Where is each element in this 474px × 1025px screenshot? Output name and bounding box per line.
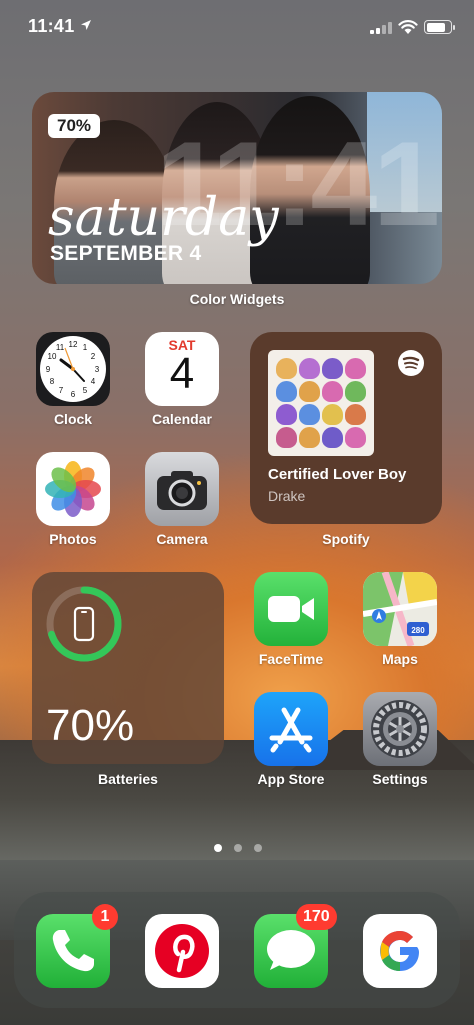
settings-label: Settings (372, 771, 428, 787)
app-store-icon (269, 707, 313, 753)
phone-badge: 1 (92, 904, 118, 930)
clock-label: Clock (53, 411, 93, 427)
color-widget-label: Color Widgets (189, 291, 285, 307)
calendar-app[interactable]: SAT 4 (145, 332, 219, 406)
status-time: 11:41 (28, 16, 75, 36)
clock-app[interactable]: 12 1 2 345 678 9 10 11 (36, 332, 110, 406)
spotify-logo-icon (398, 350, 424, 376)
location-arrow-icon (81, 20, 91, 30)
dock-google-app[interactable] (363, 914, 437, 988)
color-widget[interactable]: 11:41 70% saturday SEPTEMBER 4 (32, 92, 442, 284)
clock-icon: 12 1 2 345 678 9 10 11 (40, 336, 106, 402)
svg-text:2: 2 (91, 352, 96, 361)
spotify-widget[interactable]: Certified Lover Boy Drake (250, 332, 442, 524)
batteries-label: Batteries (98, 771, 158, 787)
maps-icon: 280 (363, 572, 437, 646)
svg-text:11: 11 (56, 343, 65, 352)
widget-battery-badge: 70% (48, 114, 101, 138)
iphone-icon (73, 606, 95, 642)
app-store-label: App Store (257, 771, 325, 787)
maps-label: Maps (382, 651, 418, 667)
svg-text:8: 8 (50, 377, 55, 386)
calendar-label: Calendar (152, 411, 212, 427)
maps-app[interactable]: 280 (363, 572, 437, 646)
svg-text:7: 7 (59, 386, 64, 395)
widget-date: SEPTEMBER 4 (50, 242, 202, 265)
page-dot-1[interactable] (214, 844, 222, 852)
messages-badge: 170 (296, 904, 337, 930)
wifi-icon (398, 20, 418, 34)
camera-label: Camera (156, 531, 208, 547)
camera-icon (157, 471, 207, 510)
camera-app[interactable] (145, 452, 219, 526)
page-dot-3[interactable] (254, 844, 262, 852)
svg-text:5: 5 (83, 386, 88, 395)
battery-level (426, 22, 445, 32)
album-art (268, 350, 374, 456)
status-bar: 11:41 (0, 0, 474, 60)
cellular-signal-icon (370, 22, 392, 34)
page-dot-2[interactable] (234, 844, 242, 852)
batteries-widget[interactable]: 70% (32, 572, 224, 764)
track-title: Certified Lover Boy (268, 466, 407, 483)
calendar-date: 4 (169, 349, 195, 398)
settings-icon (371, 700, 429, 758)
svg-text:10: 10 (48, 352, 57, 361)
svg-text:12: 12 (69, 340, 78, 349)
svg-text:3: 3 (95, 365, 100, 374)
photos-app[interactable] (36, 452, 110, 526)
svg-text:280: 280 (411, 626, 425, 635)
facetime-label: FaceTime (258, 651, 324, 667)
svg-text:9: 9 (46, 365, 51, 374)
battery-icon (424, 20, 455, 34)
battery-percent: 70% (46, 701, 135, 750)
facetime-icon (268, 596, 314, 622)
track-artist: Drake (268, 488, 306, 504)
widget-day: saturday (48, 188, 279, 248)
svg-text:4: 4 (91, 377, 96, 386)
battery-ring (46, 586, 122, 662)
settings-app[interactable] (363, 692, 437, 766)
dock-pinterest-app[interactable] (145, 914, 219, 988)
svg-text:6: 6 (71, 390, 76, 399)
pinterest-icon (155, 924, 209, 978)
svg-text:1: 1 (83, 343, 88, 352)
spotify-label: Spotify (322, 531, 370, 547)
photos-icon (45, 461, 101, 517)
facetime-app[interactable] (254, 572, 328, 646)
google-icon (380, 931, 419, 971)
app-store-app[interactable] (254, 692, 328, 766)
photos-label: Photos (49, 531, 97, 547)
